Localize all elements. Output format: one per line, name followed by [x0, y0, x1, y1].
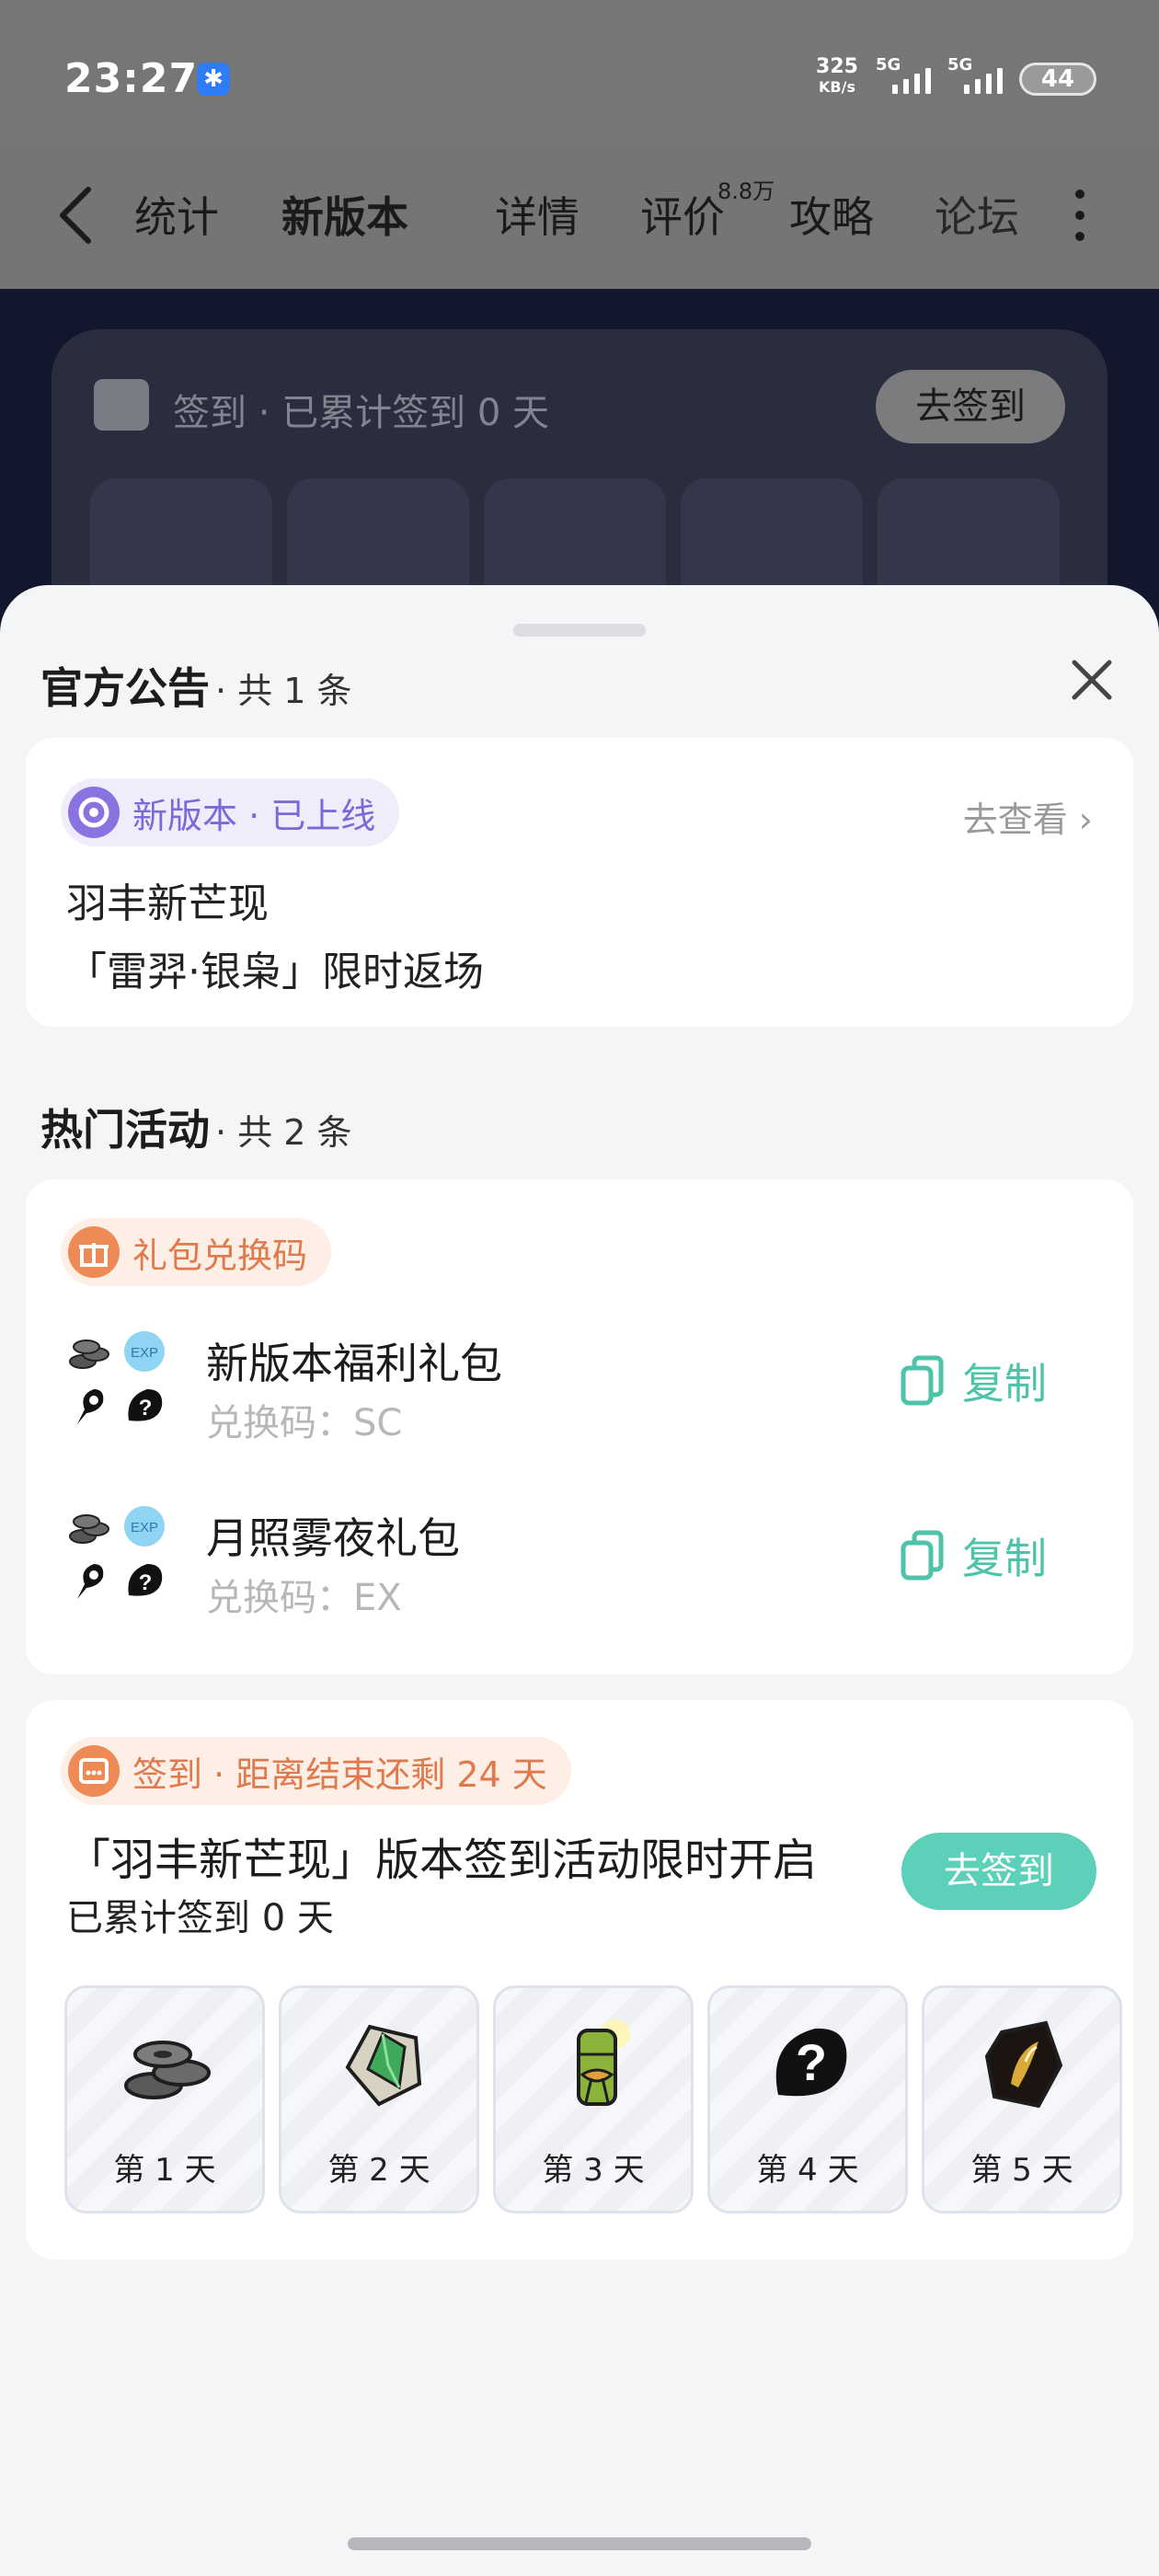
- tab-forum[interactable]: 论坛: [935, 184, 1027, 245]
- copy-code-button[interactable]: 复制: [900, 1525, 1047, 1586]
- tab-guides[interactable]: 攻略: [789, 184, 874, 245]
- announcement-title-text: 官方公告: [40, 663, 210, 713]
- feather-token-icon: [77, 1564, 104, 1599]
- background-page: 23:27 ✱ 325 KB/s 5G 5G 44 统计 新版本 详情 评价 8…: [0, 0, 1159, 662]
- activity-count: · 共 2 条: [215, 1112, 352, 1153]
- activity-title-text: 热门活动: [40, 1105, 210, 1155]
- battery-icon: 44: [1019, 63, 1096, 96]
- gold-shard-icon: [984, 2020, 1063, 2109]
- checkin-day-tile[interactable]: 第 3 天: [493, 1985, 694, 2214]
- gift-reward-icons: EXP ?: [61, 1503, 175, 1614]
- checkin-day-tile[interactable]: 第 5 天: [922, 1985, 1122, 2214]
- calendar-icon: [68, 1745, 120, 1797]
- gift-code-card: 礼包兑换码 EXP ? 新版本福利礼包 兑换码：SC 复制 EXP ? 月照雾夜…: [26, 1179, 1133, 1674]
- background-checkin-text: 签到 · 已累计签到 0 天: [173, 392, 550, 434]
- svg-text:?: ?: [796, 2033, 827, 2091]
- active-tab-underline: [278, 243, 414, 256]
- announcement-sheet: 官方公告 · 共 1 条 新版本 · 已上线 去查看 › 羽丰新芒现 「雷羿·银枭…: [0, 585, 1159, 2576]
- green-crystal-icon: [345, 2024, 422, 2107]
- tab-details[interactable]: 详情: [495, 184, 580, 245]
- view-details-text: 去查看: [962, 799, 1068, 840]
- home-indicator[interactable]: [348, 2537, 811, 2550]
- gift-code: 兑换码：SC: [206, 1402, 403, 1444]
- checkin-title: 「羽丰新芒现」版本签到活动限时开启: [66, 1834, 818, 1886]
- copy-code-button[interactable]: 复制: [900, 1351, 1047, 1411]
- sheet-drag-handle[interactable]: [513, 624, 646, 637]
- mystery-question-icon: ?: [128, 1389, 163, 1421]
- back-arrow-icon[interactable]: [57, 186, 94, 245]
- notification-app-icon: ✱: [197, 63, 230, 96]
- checkin-button[interactable]: 去签到: [901, 1833, 1096, 1910]
- view-details-link[interactable]: 去查看 ›: [963, 791, 1093, 842]
- svg-text:EXP: EXP: [131, 1520, 158, 1535]
- announcement-line-1: 羽丰新芒现: [66, 880, 269, 927]
- refresh-icon: [68, 787, 120, 838]
- announcement-count: · 共 1 条: [215, 671, 352, 711]
- tab-stats[interactable]: 统计: [134, 184, 219, 245]
- tab-new-version-label: 新版本: [281, 192, 408, 242]
- copy-icon: [901, 1355, 944, 1406]
- status-bar: 23:27 ✱ 325 KB/s 5G 5G 44: [0, 0, 1159, 147]
- chevron-right-icon: ›: [1078, 799, 1093, 840]
- feather-token-icon: [77, 1389, 104, 1424]
- checkin-day-tile[interactable]: 第 1 天: [64, 1985, 265, 2214]
- checkin-day-tile[interactable]: ? 第 4 天: [707, 1985, 908, 2214]
- day-label: 第 2 天: [327, 2152, 430, 2189]
- announcement-section-title: 官方公告 · 共 1 条: [40, 655, 352, 716]
- gift-name: 新版本福利礼包: [206, 1339, 502, 1388]
- coins-icon: [69, 1340, 109, 1369]
- gift-item: EXP ? 月照雾夜礼包 兑换码：EX 复制: [26, 1494, 1074, 1632]
- top-nav: 统计 新版本 详情 评价 8.8万 攻略 论坛: [0, 147, 1159, 289]
- network-speed-value: 325: [816, 55, 858, 78]
- checkin-progress-text: 已累计签到 0 天: [66, 1897, 334, 1939]
- activity-section-title: 热门活动 · 共 2 条: [40, 1097, 352, 1157]
- gift-item: EXP ? 新版本福利礼包 兑换码：SC 复制: [26, 1319, 1074, 1457]
- signal-2-label: 5G: [947, 55, 973, 75]
- tab-reviews[interactable]: 评价: [640, 184, 725, 245]
- signal-1-icon: 5G: [876, 55, 946, 98]
- new-version-tag-text: 新版本 · 已上线: [132, 795, 376, 836]
- svg-text:?: ?: [139, 1396, 153, 1420]
- background-checkin-button: 去签到: [876, 370, 1065, 443]
- gift-code-tag-text: 礼包兑换码: [132, 1235, 308, 1276]
- day-label: 第 1 天: [113, 2152, 216, 2189]
- svg-text:?: ?: [139, 1570, 153, 1595]
- svg-text:EXP: EXP: [131, 1345, 158, 1361]
- network-speed: 325 KB/s: [809, 57, 865, 98]
- bamboo-gift-icon: [577, 2019, 630, 2106]
- copy-label: 复制: [962, 1359, 1047, 1409]
- copy-icon: [901, 1530, 944, 1581]
- gift-icon: [68, 1226, 120, 1278]
- announcement-card[interactable]: 新版本 · 已上线 去查看 › 羽丰新芒现 「雷羿·银枭」限时返场: [26, 738, 1133, 1027]
- exp-icon: EXP: [124, 1506, 165, 1547]
- reviews-count-badge: 8.8万: [717, 178, 775, 204]
- gift-code-tag: 礼包兑换码: [61, 1218, 332, 1286]
- coins-icon: [124, 2041, 211, 2099]
- gift-code: 兑换码：EX: [206, 1577, 402, 1619]
- gift-reward-icons: EXP ?: [61, 1328, 175, 1439]
- copy-label: 复制: [962, 1534, 1047, 1583]
- signal-2-icon: 5G: [947, 55, 1017, 98]
- checkin-tag: 签到 · 距离结束还剩 24 天: [61, 1737, 571, 1805]
- signal-1-label: 5G: [876, 55, 901, 75]
- gift-name: 月照雾夜礼包: [206, 1513, 460, 1563]
- day-label: 第 3 天: [542, 2152, 645, 2189]
- more-options-icon[interactable]: [1073, 190, 1087, 245]
- announcement-line-2: 「雷羿·银枭」限时返场: [66, 949, 484, 995]
- day-label: 第 5 天: [970, 2152, 1073, 2189]
- mystery-question-icon: ?: [775, 2028, 847, 2097]
- mystery-question-icon: ?: [128, 1564, 163, 1596]
- network-speed-unit: KB/s: [819, 78, 855, 96]
- checkin-card: 签到 · 距离结束还剩 24 天 「羽丰新芒现」版本签到活动限时开启 已累计签到…: [26, 1700, 1133, 2260]
- new-version-tag: 新版本 · 已上线: [61, 778, 400, 846]
- checkin-tag-text: 签到 · 距离结束还剩 24 天: [132, 1754, 547, 1795]
- calendar-icon: [94, 379, 149, 431]
- coins-icon: [69, 1514, 109, 1544]
- checkin-day-tile[interactable]: 第 2 天: [279, 1985, 479, 2214]
- day-label: 第 4 天: [756, 2152, 859, 2189]
- tab-new-version[interactable]: 新版本: [278, 184, 414, 256]
- close-icon[interactable]: [1069, 657, 1115, 703]
- status-time: 23:27: [64, 55, 199, 102]
- exp-icon: EXP: [124, 1331, 165, 1372]
